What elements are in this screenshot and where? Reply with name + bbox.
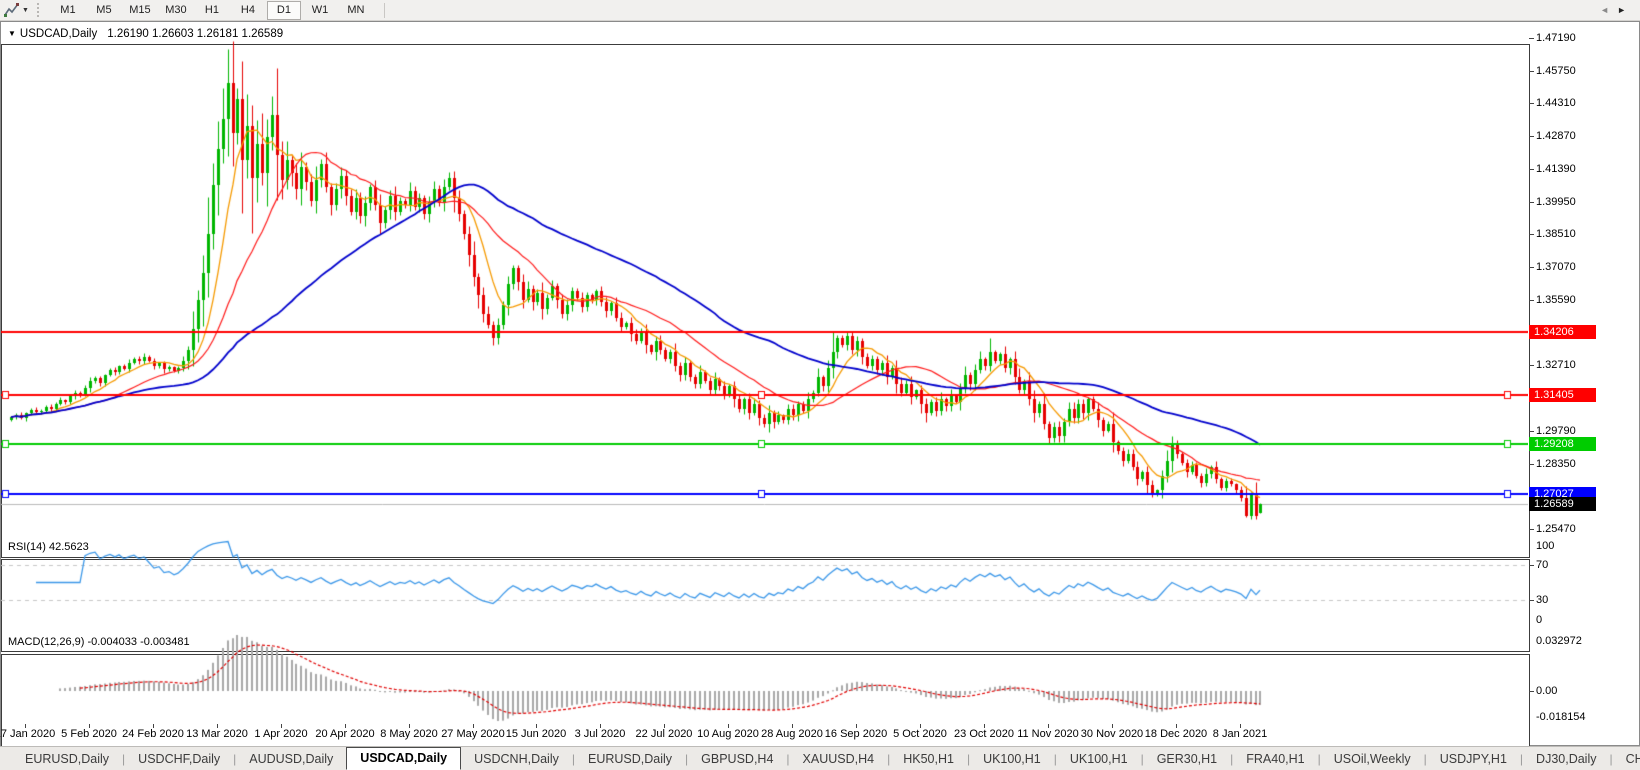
price-axis-tick (1529, 169, 1534, 170)
timeframe-button-m5[interactable]: M5 (87, 1, 121, 20)
price-axis-label: 1.37070 (1536, 261, 1576, 273)
timeframe-toolbar: ▼ M1M5M15M30H1H4D1W1MN (0, 0, 1640, 21)
price-axis-label: 1.28350 (1536, 458, 1576, 470)
price-axis-label: 1.39950 (1536, 196, 1576, 208)
timeframe-button-m1[interactable]: M1 (51, 1, 85, 20)
chart-tab-china300-h1[interactable]: CHINA300,H1 (1613, 748, 1640, 770)
chart-tab-dj30-daily[interactable]: DJ30,Daily (1523, 748, 1609, 770)
price-axis-tick (1529, 234, 1534, 235)
price-axis-tick (1529, 529, 1534, 530)
rsi-axis-tick (1529, 600, 1534, 601)
rsi-chart-canvas[interactable] (1, 538, 1528, 627)
price-axis-label: 1.42870 (1536, 130, 1576, 142)
hline-price-tag: 1.34206 (1529, 325, 1596, 339)
chart-tab-eurusd-daily[interactable]: EURUSD,Daily (12, 748, 122, 770)
chart-tab-uk100-h1[interactable]: UK100,H1 (1057, 748, 1141, 770)
chart-tab-hk50-h1[interactable]: HK50,H1 (890, 748, 967, 770)
chart-tab-bar: EURUSD,Daily|USDCHF,Daily|AUDUSD,DailyUS… (0, 746, 1640, 770)
symbol-dropdown-icon[interactable]: ▼ (8, 29, 16, 38)
chart-tab-usdcnh-daily[interactable]: USDCNH,Daily (461, 748, 572, 770)
chart-tab-gbpusd-h4[interactable]: GBPUSD,H4 (688, 748, 786, 770)
chart-tab-audusd-daily[interactable]: AUDUSD,Daily (236, 748, 346, 770)
rsi-axis-label: 100 (1536, 540, 1554, 552)
price-axis-tick (1529, 431, 1534, 432)
price-axis-label: 1.25470 (1536, 523, 1576, 535)
price-axis-label: 1.45750 (1536, 65, 1576, 77)
tab-scroll-right-icon[interactable]: ► (1617, 5, 1634, 15)
chart-tab-xauusd-h4[interactable]: XAUUSD,H4 (790, 748, 888, 770)
rsi-indicator-label: RSI(14) 42.5623 (8, 541, 89, 553)
tab-scroll-arrows: ◄► (1600, 5, 1634, 15)
toolbar-grip (37, 3, 42, 17)
rsi-axis-tick (1529, 565, 1534, 566)
macd-indicator-label: MACD(12,26,9) -0.004033 -0.003481 (8, 636, 190, 648)
price-axis-tick (1529, 267, 1534, 268)
rsi-axis-label: 0 (1536, 614, 1542, 626)
price-axis-label: 1.47190 (1536, 32, 1576, 44)
chart-tab-usdcad-daily[interactable]: USDCAD,Daily (346, 747, 461, 770)
price-axis-tick (1529, 365, 1534, 366)
chart-tab-eurusd-daily[interactable]: EURUSD,Daily (575, 748, 685, 770)
rsi-axis-label: 70 (1536, 559, 1548, 571)
chart-tab-usoil-weekly[interactable]: USOil,Weekly (1321, 748, 1424, 770)
price-axis-tick (1529, 136, 1534, 137)
hline-price-tag: 1.29208 (1529, 437, 1596, 451)
price-axis-tick (1529, 202, 1534, 203)
price-axis-label: 1.44310 (1536, 97, 1576, 109)
timeframe-button-h4[interactable]: H4 (231, 1, 265, 20)
price-axis-label: 1.38510 (1536, 228, 1576, 240)
chart-ohlc-values: 1.26190 1.26603 1.26181 1.26589 (107, 28, 283, 40)
price-axis-tick (1529, 464, 1534, 465)
price-axis-tick (1529, 300, 1534, 301)
macd-chart-canvas[interactable] (1, 633, 1528, 723)
rsi-axis-label: 30 (1536, 594, 1548, 606)
price-axis-label: 1.41390 (1536, 163, 1576, 175)
price-axis-tick (1529, 38, 1534, 39)
timeframe-button-d1[interactable]: D1 (267, 1, 301, 20)
toolbar-separator (384, 3, 385, 18)
macd-axis-label: 0.032972 (1536, 635, 1582, 647)
chart-tab-usdjpy-h1[interactable]: USDJPY,H1 (1427, 748, 1520, 770)
timeframe-button-m30[interactable]: M30 (159, 1, 193, 20)
time-axis-label: 8 Jan 2021 (1202, 728, 1278, 740)
chart-symbol: USDCAD,Daily (20, 28, 97, 40)
price-axis-label: 1.29790 (1536, 425, 1576, 437)
macd-axis-label: 0.00 (1536, 685, 1557, 697)
chart-title: ▼ USDCAD,Daily 1.26190 1.26603 1.26181 1.2… (8, 28, 283, 40)
timeframe-button-mn[interactable]: MN (339, 1, 373, 20)
tab-scroll-left-icon[interactable]: ◄ (1600, 5, 1617, 15)
timeframe-button-m15[interactable]: M15 (123, 1, 157, 20)
timeframe-button-h1[interactable]: H1 (195, 1, 229, 20)
mt4-terminal: ▼ M1M5M15M30H1H4D1W1MN ▼ USDCAD,Daily 1.26… (0, 0, 1640, 770)
tool-dropdown-caret-icon[interactable]: ▼ (22, 7, 29, 14)
chart-tab-fra40-h1[interactable]: FRA40,H1 (1233, 748, 1317, 770)
macd-axis-tick (1529, 691, 1534, 692)
price-axis-tick (1529, 71, 1534, 72)
bid-price-tag: 1.26589 (1529, 497, 1596, 511)
chart-tab-ger30-h1[interactable]: GER30,H1 (1144, 748, 1230, 770)
price-chart-canvas[interactable] (1, 23, 1528, 533)
price-axis-label: 1.35590 (1536, 294, 1576, 306)
price-axis-tick (1529, 103, 1534, 104)
price-axis-label: 1.32710 (1536, 359, 1576, 371)
hline-price-tag: 1.31405 (1529, 388, 1596, 402)
chart-tab-usdchf-daily[interactable]: USDCHF,Daily (125, 748, 233, 770)
macd-axis-label: -0.018154 (1536, 711, 1586, 723)
timeframe-buttons: M1M5M15M30H1H4D1W1MN (50, 1, 374, 20)
chart-tab-uk100-h1[interactable]: UK100,H1 (970, 748, 1054, 770)
timeframe-button-w1[interactable]: W1 (303, 1, 337, 20)
line-studies-icon[interactable] (3, 2, 21, 18)
